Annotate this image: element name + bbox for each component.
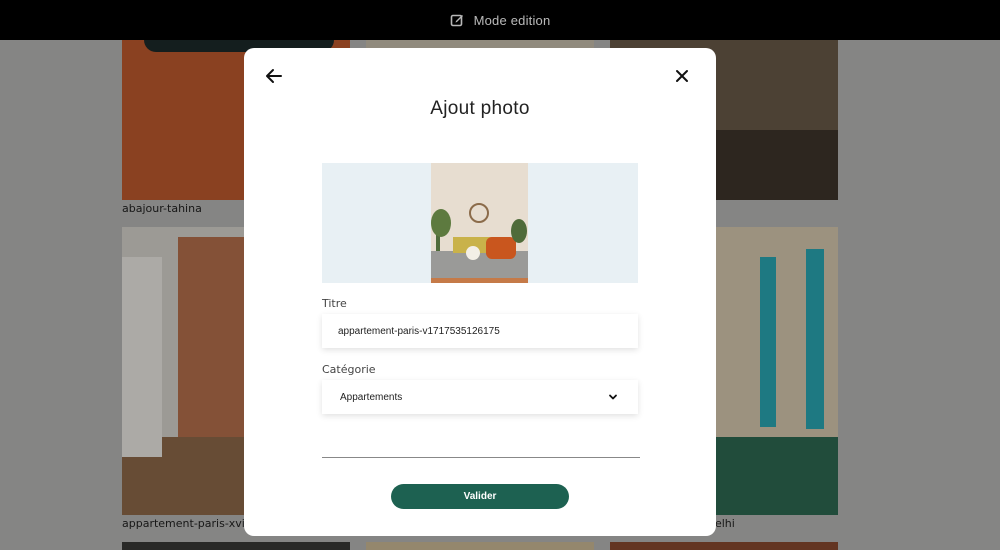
- arrow-left-icon[interactable]: [264, 66, 284, 86]
- preview-image: [431, 163, 528, 283]
- submit-button[interactable]: Valider: [391, 484, 569, 509]
- category-select[interactable]: Appartements: [322, 380, 638, 414]
- title-label: Titre: [322, 297, 347, 310]
- form-divider: [322, 457, 640, 458]
- photo-preview: [322, 163, 638, 283]
- add-photo-modal: Ajout photo Titre appartement-paris-v171…: [244, 48, 716, 536]
- title-input[interactable]: appartement-paris-v1717535126175: [322, 314, 638, 348]
- category-select-value: Appartements: [340, 391, 403, 403]
- category-label: Catégorie: [322, 363, 376, 376]
- chevron-down-icon: [608, 392, 618, 402]
- modal-title: Ajout photo: [430, 98, 530, 119]
- close-icon[interactable]: [674, 68, 690, 84]
- title-input-value: appartement-paris-v1717535126175: [338, 325, 500, 337]
